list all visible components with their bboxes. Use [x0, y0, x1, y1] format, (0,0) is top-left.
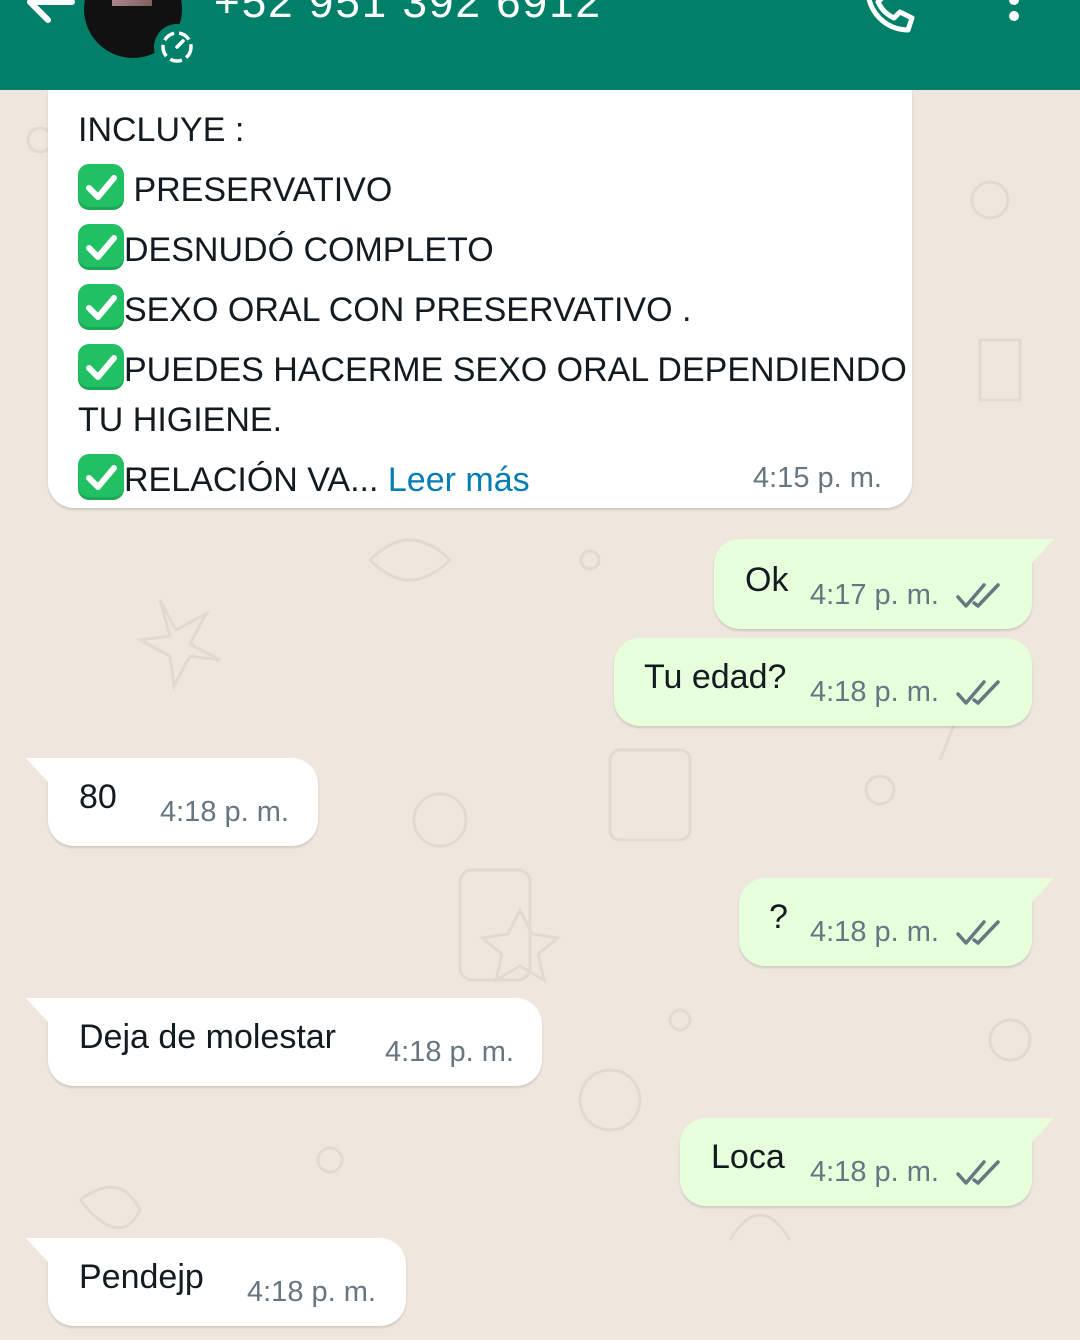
message-time: 4:18 p. m. [160, 796, 289, 828]
chat-header: +52 951 392 6912 [0, 0, 1080, 90]
read-receipt-icon [956, 1160, 1000, 1185]
message-line: DESNUDÓ COMPLETO [78, 220, 888, 280]
message-time: 4:18 p. m. [810, 1156, 939, 1188]
message-bubble-incoming[interactable]: 80 4:18 p. m. [26, 758, 318, 846]
check-mark-emoji-icon [78, 224, 124, 270]
message-time: 4:18 p. m. [247, 1276, 376, 1308]
message-line: INCLUYE : [78, 111, 245, 149]
message-line: PUEDES HACERME SEXO ORAL DEPENDIENDO [78, 340, 907, 390]
status-icon [154, 24, 200, 70]
check-mark-emoji-icon [78, 344, 124, 390]
message-bubble-outgoing[interactable]: Tu edad? 4:18 p. m. [614, 638, 1032, 726]
message-time: 4:15 p. m. [753, 462, 882, 494]
message-bubble-incoming[interactable]: Deja de molestar 4:18 p. m. [26, 998, 542, 1086]
message-text: 80 [79, 778, 117, 816]
message-time: 4:18 p. m. [810, 916, 939, 948]
message-text: ? [769, 898, 788, 936]
read-more-link[interactable]: Leer más [388, 461, 530, 499]
message-text: INCLUYE : PRESERVATIVO DESNUDÓ COMPLETO … [78, 100, 907, 510]
message-text: Ok [745, 561, 789, 599]
check-mark-emoji-icon [78, 284, 124, 330]
message-bubble-incoming[interactable]: Pendejp 4:18 p. m. [26, 1238, 406, 1326]
message-text: Tu edad? [644, 658, 787, 696]
avatar-photo [112, 0, 152, 6]
voice-call-icon[interactable] [860, 0, 920, 38]
message-line: PRESERVATIVO [78, 160, 888, 220]
message-text: Deja de molestar [79, 1018, 337, 1056]
message-line: TU HIGIENE. [78, 401, 283, 439]
read-receipt-icon [956, 920, 1000, 945]
more-vertical-icon[interactable] [1000, 0, 1028, 36]
check-mark-emoji-icon [78, 454, 124, 500]
message-line: SEXO ORAL CON PRESERVATIVO . [78, 280, 888, 340]
message-text: Pendejp [79, 1258, 204, 1296]
message-bubble-incoming[interactable]: INCLUYE : PRESERVATIVO DESNUDÓ COMPLETO … [48, 90, 912, 508]
message-time: 4:18 p. m. [810, 676, 939, 708]
message-bubble-outgoing[interactable]: Ok 4:17 p. m. [714, 539, 1054, 629]
message-bubble-outgoing[interactable]: Loca 4:18 p. m. [680, 1118, 1054, 1206]
message-text: Loca [711, 1138, 785, 1176]
check-mark-emoji-icon [78, 164, 124, 210]
message-bubble-outgoing[interactable]: ? 4:18 p. m. [739, 878, 1054, 966]
message-time: 4:17 p. m. [810, 579, 939, 611]
back-arrow-icon[interactable] [20, 0, 80, 32]
read-receipt-icon [956, 583, 1000, 608]
message-time: 4:18 p. m. [385, 1036, 514, 1068]
contact-name[interactable]: +52 951 392 6912 [214, 0, 602, 28]
read-receipt-icon [956, 680, 1000, 705]
